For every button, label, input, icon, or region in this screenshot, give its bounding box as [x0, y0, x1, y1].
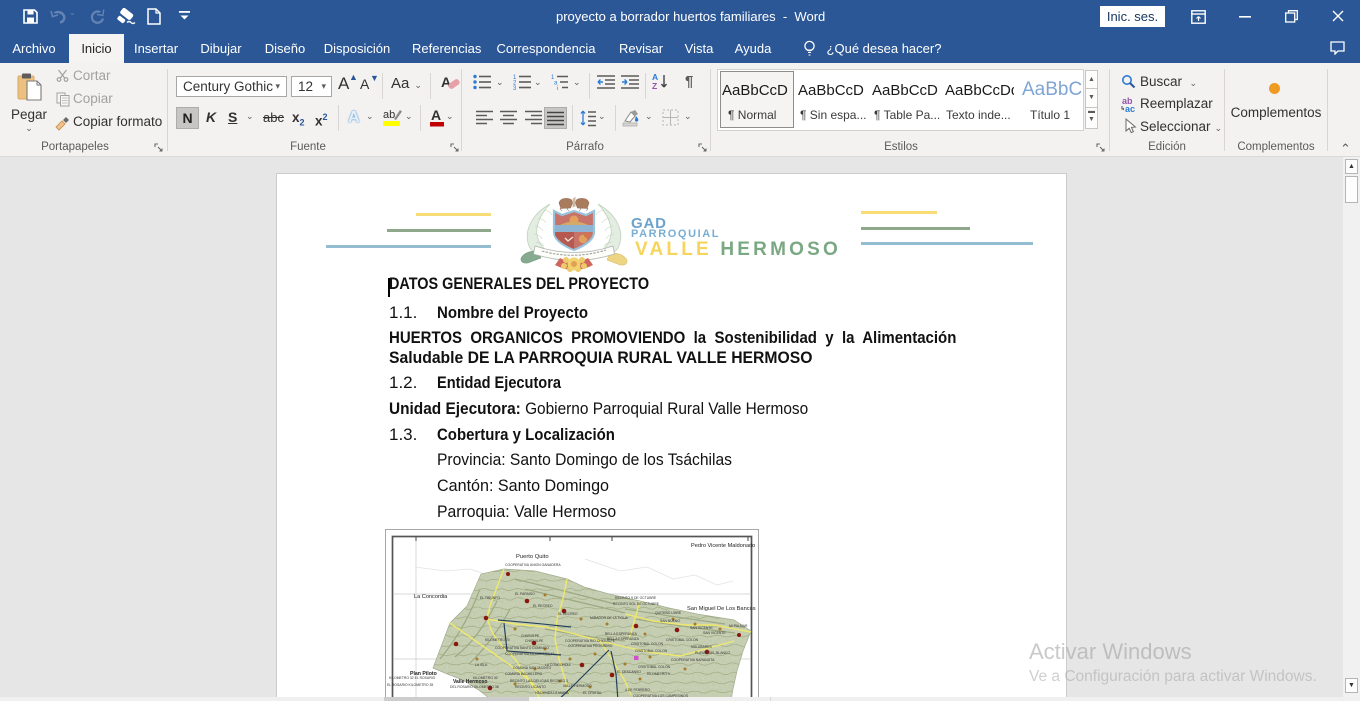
svg-text:LA CONCORDIA: LA CONCORDIA	[545, 663, 571, 667]
svg-text:KILOMETRO 20: KILOMETRO 20	[485, 638, 510, 642]
svg-text:EL ROSARIO KILOMETRO 35: EL ROSARIO KILOMETRO 35	[387, 683, 433, 687]
svg-text:KILOMETRO 9: KILOMETRO 9	[647, 672, 670, 676]
svg-text:MI PALMAR: MI PALMAR	[729, 624, 748, 628]
svg-text:CRISTOBAL COLON: CRISTOBAL COLON	[631, 642, 664, 646]
svg-text:COMUNA BACHILLERO: COMUNA BACHILLERO	[505, 672, 543, 676]
svg-text:Pedro Vicente Maldonado: Pedro Vicente Maldonado	[691, 543, 755, 549]
svg-text:EL CRISTAL: EL CRISTAL	[583, 691, 602, 695]
svg-text:La Concordia: La Concordia	[414, 594, 448, 600]
svg-text:EL DESCANSO: EL DESCANSO	[617, 670, 641, 674]
svg-text:SAN VICENTE: SAN VICENTE	[690, 626, 713, 630]
svg-text:RECINTO SOL DE OCTUBRE: RECINTO SOL DE OCTUBRE	[613, 602, 660, 606]
svg-text:EL PARAISO: EL PARAISO	[515, 592, 535, 596]
svg-text:COOPERATIVA UNION GANADERA: COOPERATIVA UNION GANADERA	[505, 563, 561, 567]
svg-text:CHIGUILPE: CHIGUILPE	[525, 639, 544, 643]
svg-text:COOPERATIVA RIO CHIGUILPE: COOPERATIVA RIO CHIGUILPE	[565, 639, 616, 643]
svg-text:PLAYAS DEL BLANCO: PLAYAS DEL BLANCO	[695, 651, 730, 655]
svg-text:EL RECREO: EL RECREO	[558, 612, 578, 616]
svg-text:CRISTOBAL COLON: CRISTOBAL COLON	[666, 638, 699, 642]
svg-text:i: i	[557, 86, 558, 90]
svg-text:CRISTOBAL COLON: CRISTOBAL COLON	[638, 665, 671, 669]
svg-text:QUITEÑO LIBRE: QUITEÑO LIBRE	[655, 610, 682, 615]
svg-text:ab: ab	[383, 109, 395, 121]
svg-text:DEL ROSARIO KILOMETRO 38: DEL ROSARIO KILOMETRO 38	[450, 685, 499, 689]
svg-text:BELLA ESPERANZA: BELLA ESPERANZA	[605, 632, 638, 636]
svg-text:HACIENDA LA MARIA: HACIENDA LA MARIA	[535, 691, 570, 695]
svg-text:EL RECREO: EL RECREO	[533, 604, 553, 608]
svg-text:Puerto Quito: Puerto Quito	[516, 554, 549, 560]
svg-text:RECINTO LICANTO: RECINTO LICANTO	[515, 685, 546, 689]
svg-text:3: 3	[513, 86, 517, 90]
svg-text:KILOMETRO 30: KILOMETRO 30	[473, 676, 498, 680]
svg-text:CHIGUILPE: CHIGUILPE	[521, 634, 540, 638]
svg-text:4 DE FEBRERO: 4 DE FEBRERO	[625, 688, 650, 692]
svg-text:SAN BUENO: SAN BUENO	[660, 619, 680, 623]
svg-text:RECINTO 9 DE OCTUBRE: RECINTO 9 DE OCTUBRE	[615, 596, 657, 600]
svg-text:MIRADOR DE LA TIGUA: MIRADOR DE LA TIGUA	[590, 616, 629, 620]
svg-text:COOPERATIVA KILOMETRO 41: COOPERATIVA KILOMETRO 41	[505, 652, 555, 656]
svg-text:COOPERATIVA PROGRESO: COOPERATIVA PROGRESO	[568, 644, 613, 648]
svg-text:COOPERATIVA NARANJITA: COOPERATIVA NARANJITA	[671, 658, 715, 662]
svg-text:MALABARES: MALABARES	[691, 645, 712, 649]
svg-text:KILOMETRO 32 EL ROSARIO: KILOMETRO 32 EL ROSARIO	[389, 676, 436, 680]
svg-text:LA ISLA: LA ISLA	[475, 663, 488, 667]
svg-text:ac: ac	[1125, 104, 1135, 113]
svg-text:COOPERATIVA SANTO DOMINGO: COOPERATIVA SANTO DOMINGO	[495, 646, 549, 650]
svg-text:CRISTOBAL COLON: CRISTOBAL COLON	[635, 649, 668, 653]
svg-text:RECINTO LAS DELICIAS RECINTO 3: RECINTO LAS DELICIAS RECINTO 3	[510, 679, 568, 683]
svg-text:SAN VICENTE: SAN VICENTE	[703, 631, 726, 635]
svg-text:VALLE HERMOSO: VALLE HERMOSO	[563, 684, 592, 688]
svg-text:San Miguel De Los Bancos: San Miguel De Los Bancos	[687, 606, 756, 612]
svg-text:A: A	[431, 107, 441, 123]
svg-text:EL TRIUNFO: EL TRIUNFO	[480, 596, 500, 600]
svg-text:Z: Z	[652, 81, 657, 91]
